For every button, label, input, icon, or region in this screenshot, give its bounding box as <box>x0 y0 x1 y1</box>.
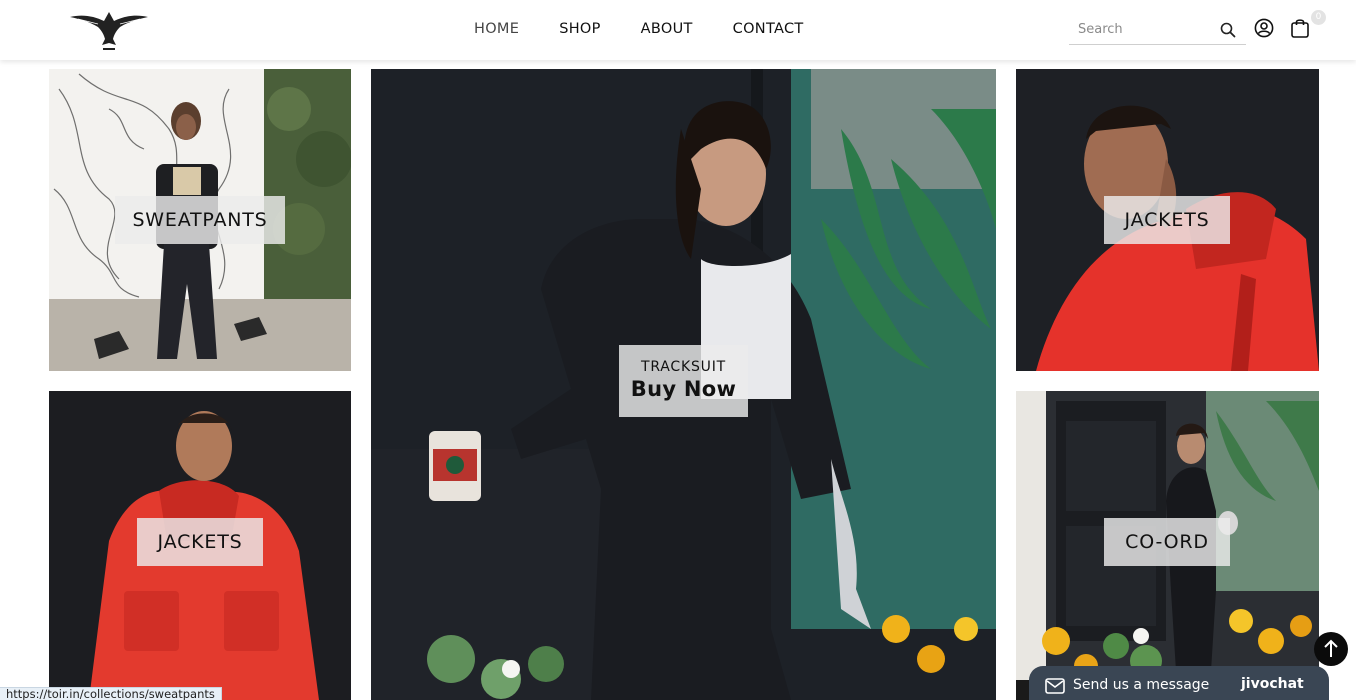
shopping-bag-icon[interactable] <box>1290 17 1310 39</box>
tile-label-jackets-right: JACKETS <box>1104 196 1230 244</box>
tile-label-jackets-left: JACKETS <box>137 518 263 566</box>
main-nav: HOME SHOP ABOUT CONTACT <box>474 19 844 39</box>
tile-label-tracksuit: TRACKSUIT Buy Now <box>619 345 748 417</box>
collection-tile-sweatpants[interactable]: SWEATPANTS <box>49 69 351 371</box>
cart-count-badge: 0 <box>1311 10 1326 25</box>
envelope-icon <box>1045 678 1065 694</box>
status-bar-url: https://toir.in/collections/sweatpants <box>0 687 222 700</box>
chat-label: Send us a message <box>1073 677 1210 693</box>
eagle-logo[interactable] <box>68 5 150 53</box>
search-input[interactable] <box>1078 19 1213 39</box>
nav-shop[interactable]: SHOP <box>559 19 600 39</box>
collection-tile-jackets-left[interactable]: JACKETS <box>49 391 351 700</box>
nav-contact[interactable]: CONTACT <box>733 19 804 39</box>
scroll-to-top-button[interactable] <box>1314 632 1348 666</box>
nav-home[interactable]: HOME <box>474 19 519 39</box>
user-circle-icon[interactable] <box>1254 18 1274 38</box>
chat-widget[interactable]: Send us a message jivochat <box>1029 666 1329 700</box>
collection-tile-coord[interactable]: CO-ORD <box>1016 391 1319 700</box>
search-icon[interactable] <box>1219 21 1237 39</box>
search-box <box>1069 14 1246 45</box>
site-header: HOME SHOP ABOUT CONTACT 0 <box>0 0 1356 60</box>
collection-tile-jackets-right[interactable]: JACKETS <box>1016 69 1319 371</box>
tile-label-coord: CO-ORD <box>1104 518 1230 566</box>
buy-now-button[interactable]: Buy Now <box>619 377 748 401</box>
collection-tile-tracksuit[interactable]: TRACKSUIT Buy Now <box>371 69 996 700</box>
tile-label-sweatpants: SWEATPANTS <box>115 196 285 244</box>
chat-brand: jivochat <box>1241 676 1304 692</box>
nav-about[interactable]: ABOUT <box>641 19 693 39</box>
arrow-up-icon <box>1324 639 1338 657</box>
tracksuit-label: TRACKSUIT <box>640 359 726 375</box>
